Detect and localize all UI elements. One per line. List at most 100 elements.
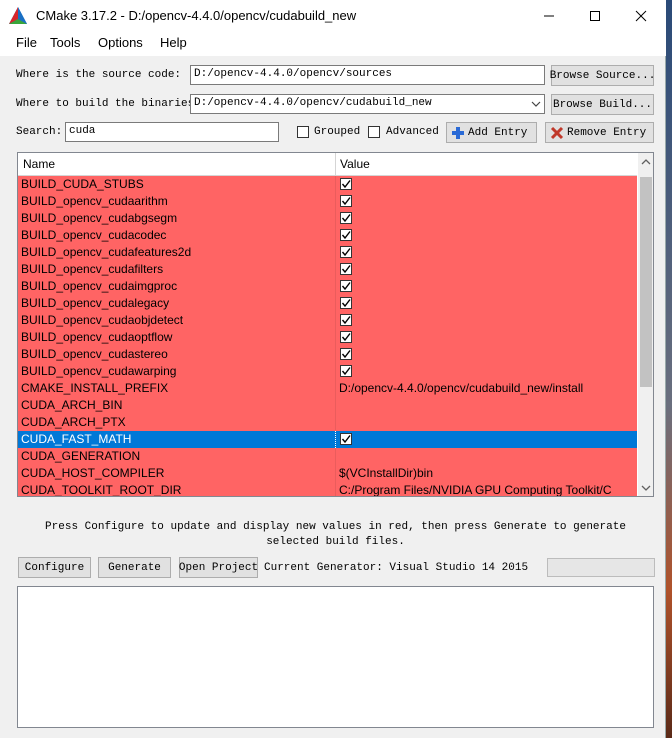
cell-divider bbox=[335, 176, 336, 193]
scroll-up-icon[interactable] bbox=[641, 158, 651, 166]
browse-source-button[interactable]: Browse Source... bbox=[550, 65, 655, 86]
configure-button[interactable]: Configure bbox=[18, 557, 91, 578]
entry-value-checkbox[interactable] bbox=[340, 280, 352, 292]
table-row[interactable]: BUILD_opencv_cudastereo bbox=[18, 346, 637, 363]
column-divider[interactable] bbox=[335, 153, 336, 175]
build-path-combobox[interactable]: D:/opencv-4.4.0/opencv/cudabuild_new bbox=[190, 94, 545, 114]
minimize-button[interactable] bbox=[526, 0, 572, 31]
grouped-label: Grouped bbox=[314, 126, 361, 138]
menu-tools[interactable]: Tools bbox=[50, 35, 80, 50]
maximize-button[interactable] bbox=[572, 0, 618, 31]
add-entry-button[interactable]: Add Entry bbox=[446, 122, 537, 143]
cell-divider bbox=[335, 329, 336, 346]
cell-divider bbox=[335, 312, 336, 329]
checkmark-icon bbox=[341, 350, 351, 359]
entry-value-checkbox[interactable] bbox=[340, 212, 352, 224]
table-row[interactable]: CUDA_FAST_MATH bbox=[18, 431, 637, 448]
table-row[interactable]: BUILD_opencv_cudaarithm bbox=[18, 193, 637, 210]
table-row[interactable]: BUILD_opencv_cudaobjdetect bbox=[18, 312, 637, 329]
vertical-scrollbar[interactable] bbox=[638, 153, 653, 496]
cell-divider bbox=[335, 397, 336, 414]
scrollbar-thumb[interactable] bbox=[640, 177, 652, 387]
entry-name: BUILD_opencv_cudalegacy bbox=[21, 296, 170, 310]
table-row[interactable]: BUILD_opencv_cudabgsegm bbox=[18, 210, 637, 227]
table-row[interactable]: BUILD_opencv_cudacodec bbox=[18, 227, 637, 244]
checkmark-icon bbox=[341, 333, 351, 342]
grouped-checkbox[interactable] bbox=[297, 126, 309, 138]
window-title: CMake 3.17.2 - D:/opencv-4.4.0/opencv/cu… bbox=[36, 8, 357, 23]
search-input[interactable]: cuda bbox=[65, 122, 279, 142]
output-log[interactable] bbox=[17, 586, 654, 728]
menu-help[interactable]: Help bbox=[160, 35, 187, 50]
source-path-input[interactable]: D:/opencv-4.4.0/opencv/sources bbox=[190, 65, 545, 85]
generate-button[interactable]: Generate bbox=[98, 557, 171, 578]
entry-value-checkbox[interactable] bbox=[340, 365, 352, 377]
table-row[interactable]: CUDA_HOST_COMPILER $(VCInstallDir)bin bbox=[18, 465, 637, 482]
entry-value-checkbox[interactable] bbox=[340, 178, 352, 190]
entry-value-checkbox[interactable] bbox=[340, 195, 352, 207]
checkmark-icon bbox=[341, 367, 351, 376]
entry-value[interactable]: $(VCInstallDir)bin bbox=[339, 466, 433, 480]
entry-value[interactable]: C:/Program Files/NVIDIA GPU Computing To… bbox=[339, 483, 612, 496]
table-row[interactable]: CUDA_GENERATION bbox=[18, 448, 637, 465]
checkmark-icon bbox=[341, 248, 351, 257]
table-row[interactable]: BUILD_opencv_cudaoptflow bbox=[18, 329, 637, 346]
cmake-logo-icon bbox=[9, 7, 27, 24]
column-header-name[interactable]: Name bbox=[23, 157, 55, 171]
checkmark-icon bbox=[341, 316, 351, 325]
entry-name: BUILD_opencv_cudawarping bbox=[21, 364, 177, 378]
advanced-checkbox[interactable] bbox=[368, 126, 380, 138]
table-row[interactable]: BUILD_CUDA_STUBS bbox=[18, 176, 637, 193]
close-button[interactable] bbox=[618, 0, 664, 31]
table-row[interactable]: CMAKE_INSTALL_PREFIX D:/opencv-4.4.0/open… bbox=[18, 380, 637, 397]
cell-divider bbox=[335, 227, 336, 244]
table-row[interactable]: BUILD_opencv_cudalegacy bbox=[18, 295, 637, 312]
cmake-window: CMake 3.17.2 - D:/opencv-4.4.0/opencv/cu… bbox=[0, 0, 666, 738]
remove-entry-button[interactable]: Remove Entry bbox=[545, 122, 654, 143]
maximize-icon bbox=[590, 10, 600, 21]
entry-name: CMAKE_INSTALL_PREFIX bbox=[21, 381, 169, 395]
entry-value-checkbox[interactable] bbox=[340, 331, 352, 343]
cell-divider bbox=[335, 482, 336, 496]
menu-options[interactable]: Options bbox=[98, 35, 143, 50]
entry-value-checkbox[interactable] bbox=[340, 297, 352, 309]
table-row[interactable]: BUILD_opencv_cudafilters bbox=[18, 261, 637, 278]
entry-name: BUILD_opencv_cudastereo bbox=[21, 347, 168, 361]
open-project-button[interactable]: Open Project bbox=[179, 557, 258, 578]
entry-value-checkbox[interactable] bbox=[340, 229, 352, 241]
minimize-icon bbox=[544, 15, 554, 16]
entry-name: BUILD_opencv_cudacodec bbox=[21, 228, 167, 242]
table-row[interactable]: BUILD_opencv_cudafeatures2d bbox=[18, 244, 637, 261]
entry-value-checkbox[interactable] bbox=[340, 246, 352, 258]
entry-value-checkbox[interactable] bbox=[340, 263, 352, 275]
info-text: Press Configure to update and display ne… bbox=[45, 521, 626, 548]
menu-file[interactable]: File bbox=[16, 35, 37, 50]
cell-divider bbox=[335, 380, 336, 397]
progress-bar bbox=[547, 558, 655, 577]
entry-value[interactable]: D:/opencv-4.4.0/opencv/cudabuild_new/ins… bbox=[339, 381, 583, 395]
checkmark-icon bbox=[341, 299, 351, 308]
column-header-value[interactable]: Value bbox=[340, 157, 370, 171]
entry-name: BUILD_opencv_cudafilters bbox=[21, 262, 164, 276]
table-row[interactable]: CUDA_ARCH_BIN bbox=[18, 397, 637, 414]
cell-divider bbox=[335, 465, 336, 482]
table-row[interactable]: CUDA_TOOLKIT_ROOT_DIR C:/Program Files/NV… bbox=[18, 482, 637, 496]
checkmark-icon bbox=[341, 265, 351, 274]
table-row[interactable]: BUILD_opencv_cudawarping bbox=[18, 363, 637, 380]
build-path-value: D:/opencv-4.4.0/opencv/cudabuild_new bbox=[194, 97, 432, 109]
chevron-down-icon bbox=[531, 101, 541, 107]
entry-name: BUILD_opencv_cudaarithm bbox=[21, 194, 168, 208]
cell-divider bbox=[335, 278, 336, 295]
entry-value-checkbox[interactable] bbox=[340, 348, 352, 360]
cell-divider bbox=[335, 414, 336, 431]
table-row[interactable]: CUDA_ARCH_PTX bbox=[18, 414, 637, 431]
scroll-down-icon[interactable] bbox=[641, 484, 651, 492]
table-row[interactable]: BUILD_opencv_cudaimgproc bbox=[18, 278, 637, 295]
close-icon bbox=[635, 10, 647, 21]
entry-value-checkbox[interactable] bbox=[340, 433, 352, 445]
entry-name: CUDA_ARCH_PTX bbox=[21, 415, 126, 429]
entry-value-checkbox[interactable] bbox=[340, 314, 352, 326]
title-bar[interactable]: CMake 3.17.2 - D:/opencv-4.4.0/opencv/cu… bbox=[0, 0, 666, 31]
cell-divider bbox=[335, 431, 337, 448]
browse-build-button[interactable]: Browse Build... bbox=[551, 94, 654, 115]
